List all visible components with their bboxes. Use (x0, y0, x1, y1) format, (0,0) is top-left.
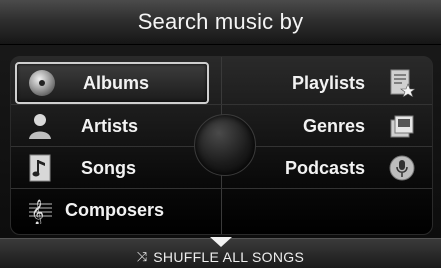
person-icon (25, 111, 55, 141)
menu-item-label: Artists (81, 115, 139, 136)
menu-item-label: Songs (81, 157, 137, 178)
menu-item-songs[interactable]: Songs (15, 147, 209, 189)
shuffle-all-button[interactable]: ⤨ SHUFFLE ALL SONGS (0, 249, 441, 265)
footer-bar: ⤨ SHUFFLE ALL SONGS (0, 237, 441, 268)
music-note-icon (25, 153, 55, 183)
header-bar: Search music by (0, 0, 441, 45)
shuffle-label: SHUFFLE ALL SONGS (153, 249, 305, 265)
svg-text:𝄞: 𝄞 (31, 199, 44, 224)
interface-dial[interactable] (194, 114, 256, 176)
podcast-icon (387, 153, 417, 183)
cd-icon (27, 68, 57, 98)
menu-item-label: Playlists (291, 72, 365, 93)
playlist-star-icon (387, 68, 417, 98)
menu-item-genres[interactable]: Genres (241, 105, 427, 147)
music-search-screen: Search music by Albums Artists Songs 𝄞 C… (0, 0, 441, 268)
down-arrow-icon[interactable] (210, 237, 232, 247)
menu-item-podcasts[interactable]: Podcasts (241, 147, 427, 189)
treble-clef-icon: 𝄞 (25, 195, 55, 225)
menu-item-playlists[interactable]: Playlists (241, 62, 427, 104)
menu-item-label: Podcasts (284, 157, 365, 178)
menu-item-albums[interactable]: Albums (15, 62, 209, 104)
menu-item-label: Composers (65, 199, 165, 220)
page-title: Search music by (137, 9, 304, 34)
genres-icon (387, 111, 417, 141)
menu-panel: Albums Artists Songs 𝄞 Composers Playlis… (10, 56, 433, 235)
shuffle-icon: ⤨ (136, 249, 148, 264)
menu-item-label: Albums (83, 72, 150, 93)
menu-item-composers[interactable]: 𝄞 Composers (15, 189, 209, 231)
menu-item-label: Genres (302, 115, 365, 136)
menu-item-artists[interactable]: Artists (15, 105, 209, 147)
